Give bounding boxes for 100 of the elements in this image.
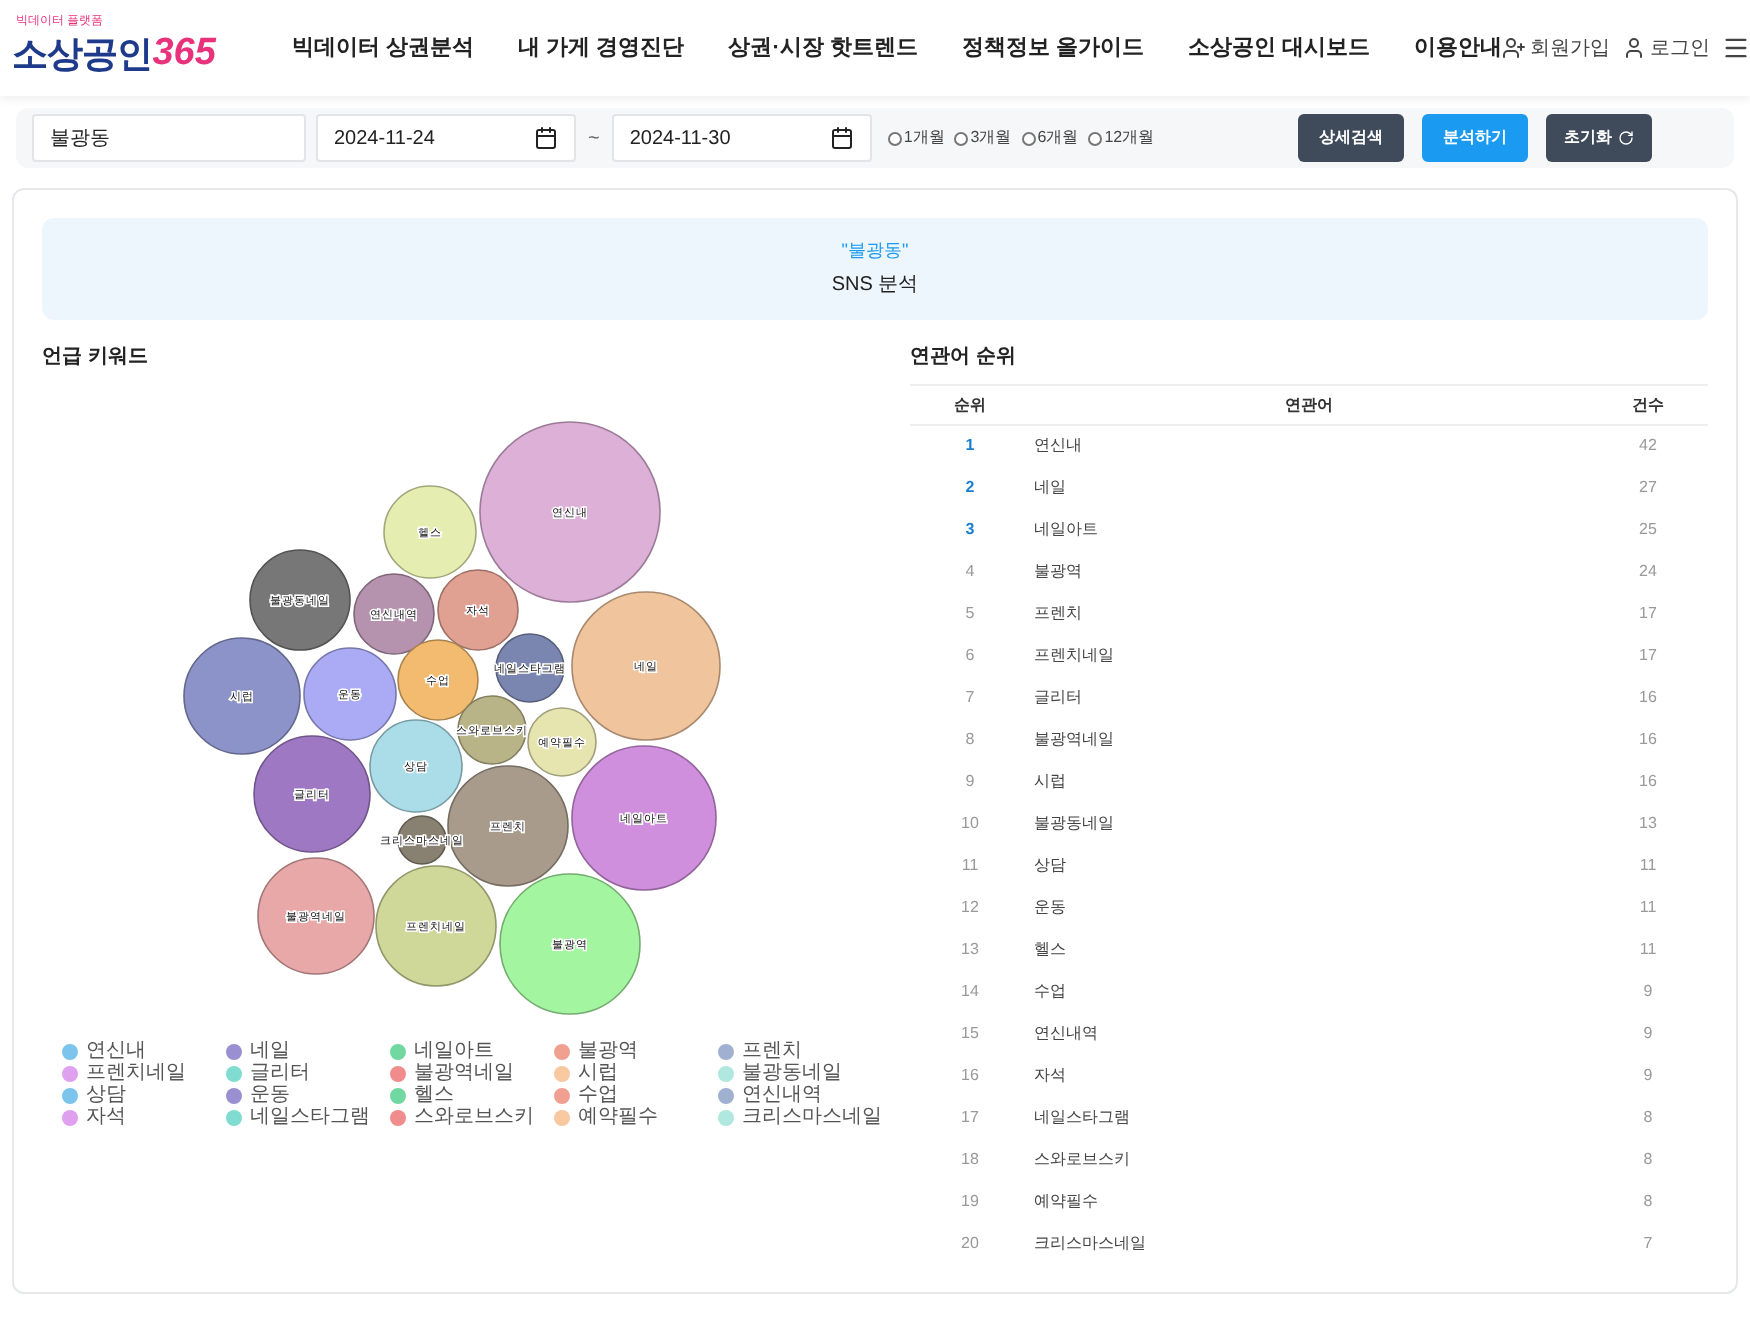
legend-item: 스와로브스키 [390, 1106, 554, 1128]
rank-cell-text: 4 [963, 560, 977, 584]
rank-cell-text: 18 [959, 1148, 981, 1172]
rank-cell-text: 2 [963, 476, 977, 500]
word-cell: 연신내 [1030, 425, 1588, 467]
date-separator: ~ [588, 125, 600, 153]
legend-item: 불광역 [554, 1040, 718, 1062]
legend-item: 헬스 [390, 1084, 554, 1106]
count-cell-text: 25 [1637, 518, 1659, 542]
period-radio[interactable]: 3개월 [954, 126, 1012, 150]
count-cell-text: 7 [1641, 1232, 1655, 1256]
count-cell-text: 24 [1637, 560, 1659, 584]
column-header: 순위 [910, 385, 1030, 425]
count-cell-text: 9 [1641, 980, 1655, 1004]
column-header: 건수 [1588, 385, 1708, 425]
user-icon [1622, 36, 1647, 60]
count-cell-text: 9 [1641, 1022, 1655, 1046]
word-cell-text: 프렌치네일 [1032, 644, 1116, 668]
count-cell-text: 11 [1637, 896, 1659, 920]
legend-item: 예약필수 [554, 1106, 718, 1128]
calendar-icon [829, 126, 854, 150]
rank-cell-text: 13 [959, 938, 981, 962]
period-radio[interactable]: 1개월 [887, 126, 945, 150]
nav-link[interactable]: 이용안내 [1414, 31, 1503, 65]
area-field[interactable]: 불광동 [32, 114, 306, 162]
legend-item: 크리스마스네일 [718, 1106, 882, 1128]
nav-link[interactable]: 상권·시장 핫트렌드 [728, 31, 918, 65]
rank-cell-text: 11 [959, 854, 981, 878]
word-cell-text: 불광역네일 [1032, 728, 1116, 752]
count-cell-text: 11 [1637, 854, 1659, 878]
reset-button[interactable]: 초기화 [1546, 114, 1652, 162]
section-title: 언급 키워드 [42, 344, 150, 372]
count-cell-text: 11 [1637, 938, 1659, 962]
rank-cell-text: 9 [963, 770, 977, 794]
period-radio[interactable]: 12개월 [1088, 126, 1155, 150]
rank-cell-text: 12 [959, 896, 981, 920]
rank-cell-text: 6 [963, 644, 977, 668]
legend-item: 글리터 [226, 1062, 390, 1084]
legend-item: 프렌치네일 [62, 1062, 226, 1084]
user-link[interactable]: 로그인 [1622, 33, 1711, 63]
count-cell-text: 8 [1641, 1148, 1655, 1172]
nav-link[interactable]: 빅데이터 상권분석 [292, 31, 475, 65]
legend-item: 네일 [226, 1040, 390, 1062]
count-cell-text: 16 [1637, 728, 1659, 752]
nav-link[interactable]: 내 가게 경영진단 [518, 31, 685, 65]
rank-cell-text: 19 [959, 1190, 981, 1214]
period-radio[interactable]: 6개월 [1021, 126, 1079, 150]
word-cell-text: 스와로브스키 [1032, 1148, 1132, 1172]
word-cell-text: 글리터 [1032, 686, 1084, 710]
rank-cell-text: 17 [959, 1106, 981, 1130]
banner-subtitle: SNS 분석 [831, 271, 919, 300]
rank-cell-text: 16 [959, 1064, 981, 1088]
rank-cell-text: 7 [963, 686, 977, 710]
nav-link[interactable]: 소상공인 대시보드 [1187, 31, 1371, 65]
menu-icon[interactable] [1722, 34, 1750, 62]
rank-cell-text: 10 [959, 812, 981, 836]
word-cell-text: 네일스타그램 [1032, 1106, 1132, 1130]
legend-item: 연신내역 [718, 1084, 882, 1106]
word-cell-text: 네일아트 [1032, 518, 1100, 542]
word-cell-text: 크리스마스네일 [1032, 1232, 1148, 1256]
rank-cell-text: 5 [963, 602, 977, 626]
word-cell-text: 프렌치 [1032, 602, 1084, 626]
count-cell-text: 16 [1637, 686, 1659, 710]
count-cell-text: 13 [1637, 812, 1659, 836]
word-cell-text: 네일 [1032, 476, 1068, 500]
count-cell-text: 8 [1641, 1106, 1655, 1130]
rank-cell-text: 8 [963, 728, 977, 752]
refresh-icon [1618, 130, 1634, 146]
word-cell-text: 운동 [1032, 896, 1068, 920]
end-date-field[interactable]: 2024-11-30 [611, 114, 872, 162]
word-cell-text: 연신내역 [1032, 1022, 1100, 1046]
detail-button[interactable]: 상세검색 [1298, 114, 1404, 162]
rank-cell-text: 20 [959, 1232, 981, 1256]
section-title: 연관어 순위 [910, 344, 1018, 372]
word-cell-text: 불광동네일 [1032, 812, 1116, 836]
word-cell-text: 상담 [1032, 854, 1068, 878]
count-cell-text: 9 [1641, 1064, 1655, 1088]
rank-cell: 1 [910, 425, 1030, 467]
word-cell-text: 자석 [1032, 1064, 1068, 1088]
legend-item: 프렌치 [718, 1040, 882, 1062]
banner-keyword: "불광동" [841, 238, 909, 265]
count-cell-text: 27 [1637, 476, 1659, 500]
legend-item: 네일스타그램 [226, 1106, 390, 1128]
legend-item: 연신내 [62, 1040, 226, 1062]
count-cell-text: 16 [1637, 770, 1659, 794]
legend-item: 불광동네일 [718, 1062, 882, 1084]
calendar-icon [534, 126, 558, 150]
nav-link[interactable]: 정책정보 올가이드 [961, 31, 1144, 65]
legend-item: 수업 [554, 1084, 718, 1106]
word-cell-text: 시럽 [1032, 770, 1068, 794]
rank-cell-text: 15 [959, 1022, 981, 1046]
word-cell-text: 헬스 [1032, 938, 1068, 962]
user-link[interactable]: 회원가입 [1502, 33, 1611, 63]
start-date-field[interactable]: 2024-11-24 [316, 114, 576, 162]
legend-item: 자석 [62, 1106, 226, 1128]
count-cell-text: 17 [1637, 644, 1659, 668]
word-cell-text: 예약필수 [1032, 1190, 1100, 1214]
count-cell-text: 17 [1637, 602, 1659, 626]
user-plus-icon [1502, 36, 1527, 60]
logo[interactable]: 소상공인365 [12, 28, 226, 80]
